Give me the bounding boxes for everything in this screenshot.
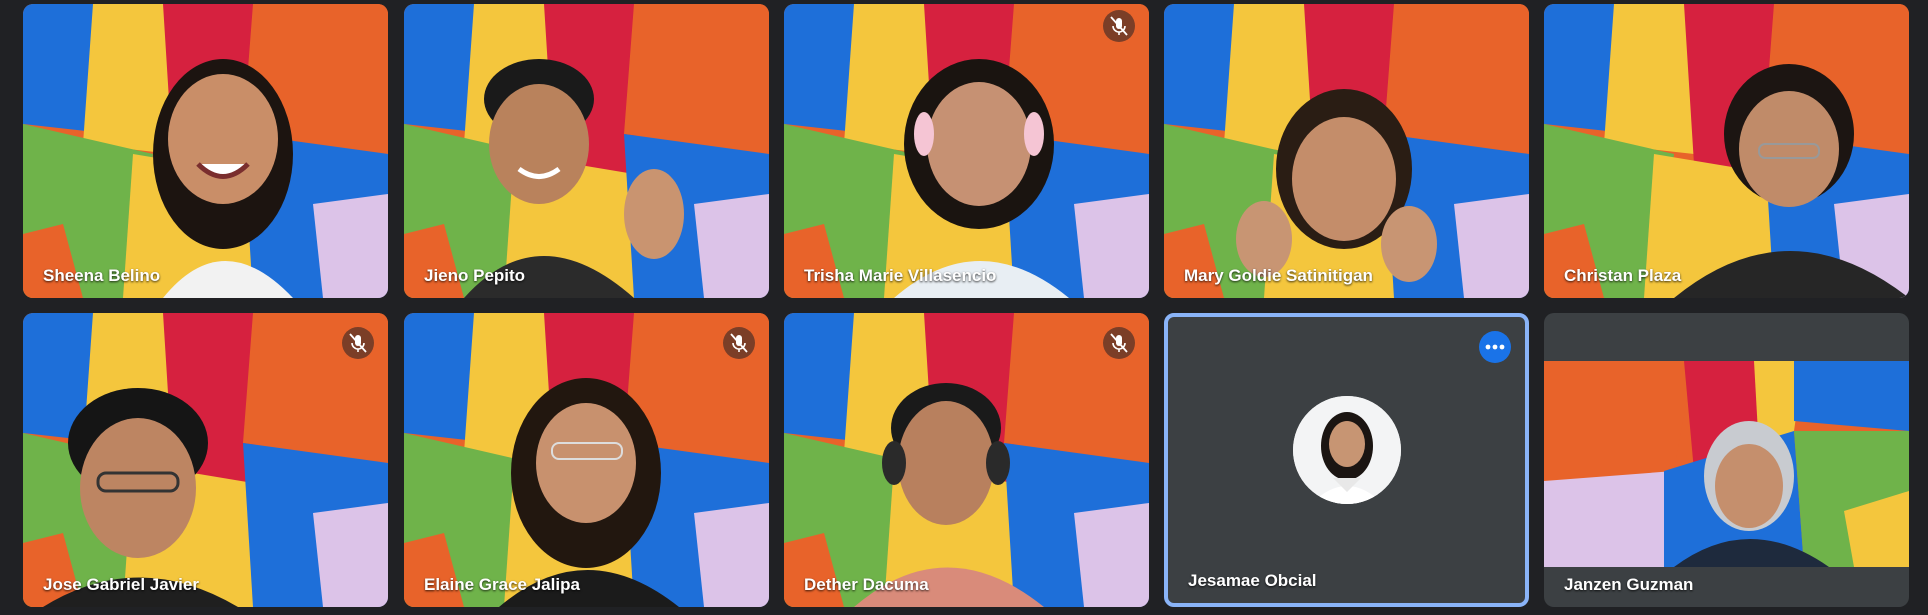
participant-video bbox=[894, 59, 1069, 298]
participant-tile[interactable]: Jose Gabriel Javier bbox=[23, 313, 388, 607]
participant-tile[interactable]: Jieno Pepito bbox=[404, 4, 769, 298]
mic-off-icon bbox=[1103, 327, 1135, 359]
participant-video bbox=[854, 383, 1044, 607]
participant-video bbox=[43, 388, 238, 607]
participant-tile[interactable]: Janzen Guzman bbox=[1544, 313, 1909, 607]
participant-name: Jesamae Obcial bbox=[1188, 571, 1317, 590]
participant-name: Trisha Marie Villasencio bbox=[804, 266, 997, 285]
participant-tile[interactable]: Trisha Marie Villasencio bbox=[784, 4, 1149, 298]
participant-tile[interactable]: Elaine Grace Jalipa bbox=[404, 313, 769, 607]
participant-video-strip bbox=[1544, 361, 1909, 567]
mic-off-icon bbox=[723, 327, 755, 359]
participant-tile[interactable]: Mary Goldie Satinitigan bbox=[1164, 4, 1529, 298]
participant-name: Janzen Guzman bbox=[1564, 575, 1694, 594]
participant-name: Dether Dacuma bbox=[804, 575, 929, 594]
participant-video bbox=[1236, 89, 1437, 282]
participant-name: Sheena Belino bbox=[43, 266, 161, 285]
participant-tile-selected[interactable]: Jesamae Obcial bbox=[1164, 313, 1529, 607]
more-options-button[interactable] bbox=[1479, 331, 1511, 363]
mic-off-icon bbox=[1103, 10, 1135, 42]
participant-name: Elaine Grace Jalipa bbox=[424, 575, 580, 594]
participant-name: Jieno Pepito bbox=[424, 266, 526, 285]
participant-tile[interactable]: Sheena Belino bbox=[23, 4, 388, 298]
participant-name: Jose Gabriel Javier bbox=[43, 575, 199, 594]
mic-off-icon bbox=[342, 327, 374, 359]
participant-name: Christan Plaza bbox=[1564, 266, 1682, 285]
participant-video bbox=[1674, 64, 1909, 298]
participant-name: Mary Goldie Satinitigan bbox=[1184, 266, 1373, 285]
participant-tile[interactable]: Christan Plaza bbox=[1544, 4, 1909, 298]
participant-video bbox=[153, 59, 293, 298]
more-options-icon bbox=[1485, 344, 1505, 350]
avatar bbox=[1292, 396, 1401, 504]
participant-video bbox=[464, 59, 684, 298]
participant-tile[interactable]: Dether Dacuma bbox=[784, 313, 1149, 607]
participant-video bbox=[499, 378, 679, 607]
